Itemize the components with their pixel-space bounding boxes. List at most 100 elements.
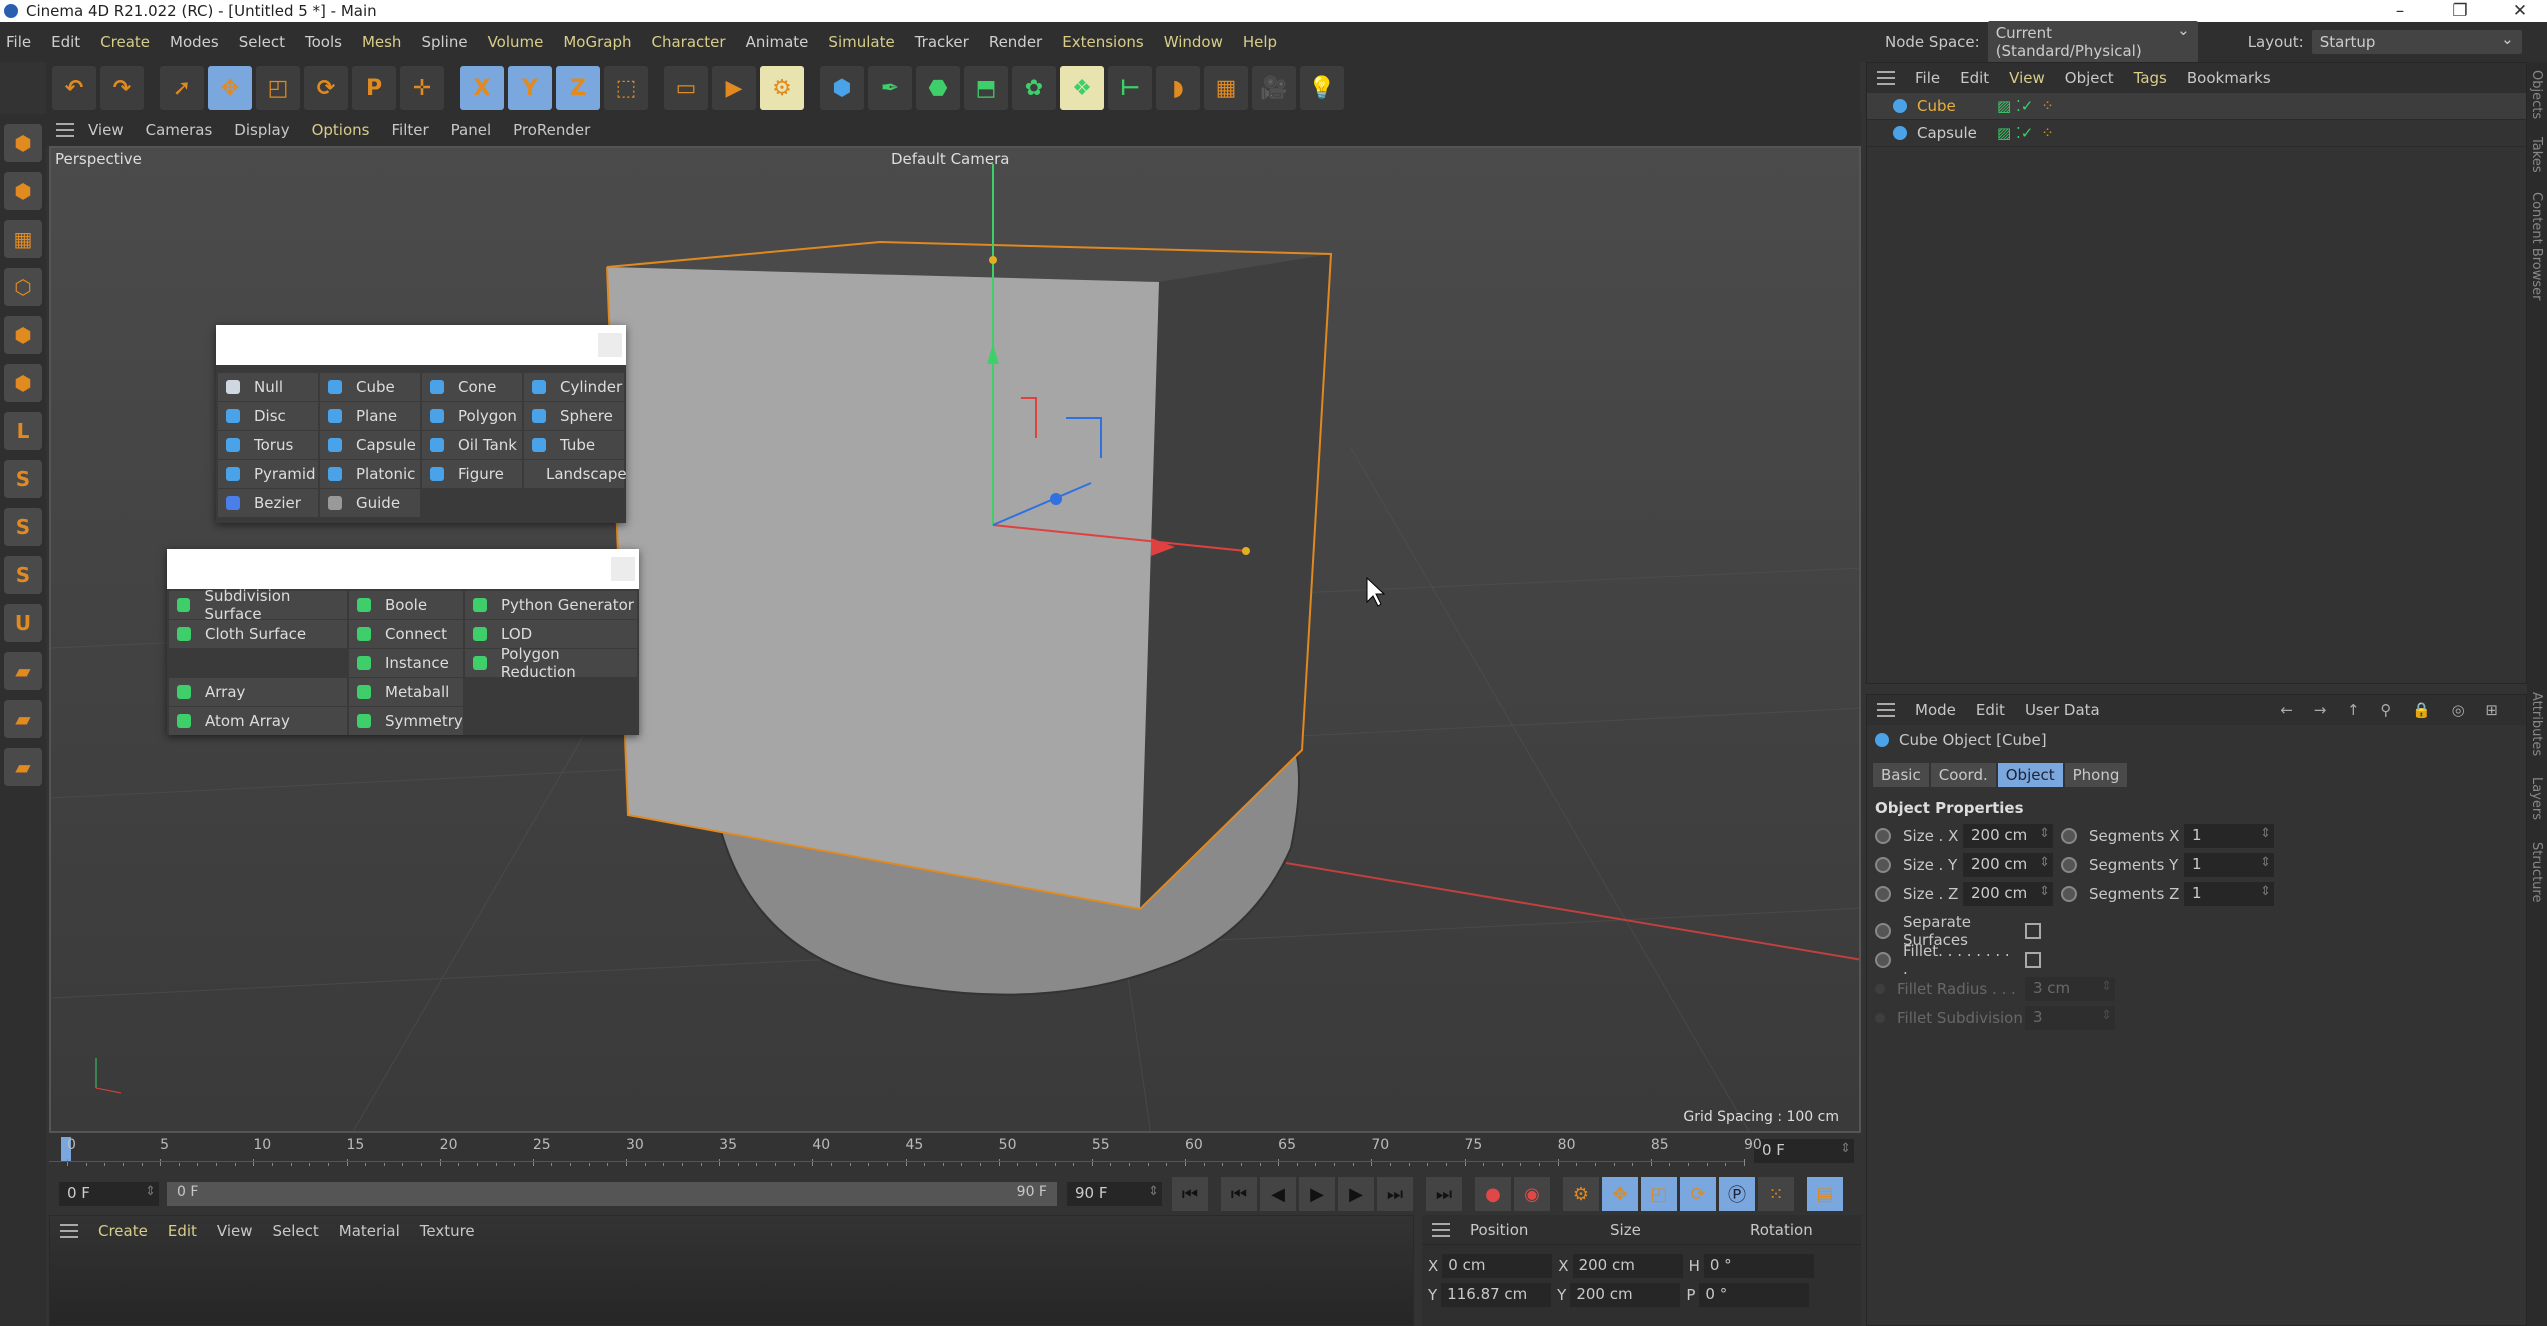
menu-icon[interactable] (1877, 71, 1895, 85)
primitive-sphere[interactable]: Sphere (524, 402, 624, 430)
menu-icon[interactable] (1432, 1222, 1450, 1237)
animate-radio[interactable] (1875, 827, 1891, 844)
primitives-search-input[interactable] (216, 325, 626, 365)
edges-mode-icon[interactable]: ⬢ (4, 316, 42, 354)
primitive-figure[interactable]: Figure (422, 460, 522, 488)
next-key-button[interactable]: ⏭ (1377, 1177, 1413, 1211)
segments-field[interactable]: 1 (2184, 852, 2274, 877)
generator-symmetry[interactable]: Symmetry (349, 707, 463, 735)
model-mode-icon[interactable]: ⬢ (4, 172, 42, 210)
go-to-start-button[interactable]: ⏮ (1172, 1177, 1208, 1211)
x-axis-icon[interactable]: X (460, 66, 504, 110)
primitive-cube[interactable]: Cube (320, 373, 420, 401)
coordinate-field[interactable]: 0 ° (1703, 1253, 1814, 1278)
light-icon[interactable]: 💡 (1300, 66, 1344, 110)
primitive-guide[interactable]: Guide (320, 489, 420, 517)
record-button[interactable]: ● (1475, 1177, 1511, 1211)
viewport-menu-view[interactable]: View (88, 121, 124, 139)
key-pla-button[interactable]: ⁙ (1758, 1177, 1794, 1211)
tab-phong[interactable]: Phong (2064, 763, 2128, 787)
tag-icon[interactable]: ⁘ (2041, 97, 2054, 115)
primitive-cone[interactable]: Cone (422, 373, 522, 401)
primitive-null[interactable]: Null (218, 373, 318, 401)
z-axis-dot[interactable] (1050, 493, 1062, 505)
attr-menu-mode[interactable]: Mode (1915, 701, 1956, 719)
om-menu-tags[interactable]: Tags (2134, 69, 2167, 87)
solo-icon[interactable]: ▰ (4, 652, 42, 690)
camera-label[interactable]: Default Camera (891, 150, 1009, 168)
cloner-icon[interactable]: ✿ (1012, 66, 1056, 110)
object-name[interactable]: Capsule (1917, 124, 1997, 142)
key-scale-button[interactable]: ◰ (1641, 1177, 1677, 1211)
coordinate-field[interactable]: 200 cm (1572, 1253, 1683, 1278)
camera-icon[interactable]: 🎥 (1252, 66, 1296, 110)
close-button[interactable]: ✕ (2495, 0, 2545, 22)
snap-icon[interactable]: S (4, 460, 42, 498)
object-name[interactable]: Cube (1917, 97, 1997, 115)
visibility-check-icon[interactable]: ▨ ⁚✓ (1997, 97, 2033, 115)
menu-icon[interactable] (1877, 703, 1895, 717)
menu-extensions[interactable]: Extensions (1062, 33, 1143, 51)
y-scale-handle[interactable] (989, 256, 997, 264)
polygons-mode-icon[interactable]: ⬢ (4, 364, 42, 402)
render-view-icon[interactable]: ▭ (664, 66, 708, 110)
axis-mode-icon[interactable]: L (4, 412, 42, 450)
generator-lod[interactable]: LOD (465, 620, 637, 648)
generators-icon[interactable]: ❖ (1060, 66, 1104, 110)
cube-front-face[interactable] (607, 267, 1159, 909)
current-frame-field[interactable]: 0 F (1754, 1139, 1854, 1163)
mat-menu-texture[interactable]: Texture (420, 1222, 475, 1240)
primitive-disc[interactable]: Disc (218, 402, 318, 430)
menu-create[interactable]: Create (100, 33, 150, 51)
clear-search-button[interactable] (598, 333, 622, 357)
psr-icon[interactable]: P (352, 66, 396, 110)
minimize-button[interactable]: – (2375, 0, 2425, 22)
clear-search-button[interactable] (611, 557, 635, 581)
primitive-landscape[interactable]: Landscape (524, 460, 627, 488)
max-frame-field[interactable]: 90 F (1067, 1182, 1162, 1206)
primitive-tube[interactable]: Tube (524, 431, 624, 459)
om-menu-view[interactable]: View (2009, 69, 2045, 87)
animate-radio[interactable] (1875, 951, 1891, 968)
menu-icon[interactable] (60, 1224, 78, 1238)
coordinate-field[interactable]: 0 cm (1442, 1253, 1553, 1278)
viewport-menu-icon[interactable] (56, 123, 74, 137)
workplane-icon[interactable]: S (4, 508, 42, 546)
cube-object-icon[interactable]: ⬢ (820, 66, 864, 110)
key-parameter-button[interactable]: Ⓟ (1719, 1177, 1755, 1211)
generators-search-input[interactable] (167, 549, 639, 589)
primitive-cylinder[interactable]: Cylinder (524, 373, 624, 401)
menu-volume[interactable]: Volume (488, 33, 544, 51)
mat-menu-edit[interactable]: Edit (168, 1222, 197, 1240)
segments-field[interactable]: 1 (2184, 823, 2274, 848)
extrude-icon[interactable]: ⬒ (964, 66, 1008, 110)
side-tab-structure[interactable]: Structure (2529, 842, 2544, 902)
previous-frame-button[interactable]: ◀ (1260, 1177, 1296, 1211)
frame-range-slider[interactable]: 0 F 90 F (167, 1182, 1057, 1206)
animate-radio[interactable] (1875, 922, 1891, 939)
layout-dropdown[interactable]: Startup (2311, 30, 2522, 54)
generator-instance[interactable]: Instance (349, 649, 463, 677)
menu-file[interactable]: File (6, 33, 31, 51)
animate-radio[interactable] (2061, 827, 2077, 844)
size-field[interactable]: 200 cm (1963, 823, 2053, 848)
primitive-pyramid[interactable]: Pyramid (218, 460, 318, 488)
tab-basic[interactable]: Basic (1873, 763, 1929, 787)
menu-tools[interactable]: Tools (305, 33, 342, 51)
animate-radio[interactable] (2061, 856, 2077, 873)
viewport-menu-cameras[interactable]: Cameras (146, 121, 213, 139)
menu-tracker[interactable]: Tracker (915, 33, 969, 51)
menu-spline[interactable]: Spline (421, 33, 467, 51)
key-position-button[interactable]: ✥ (1602, 1177, 1638, 1211)
cube-right-face[interactable] (1140, 254, 1331, 909)
separate-surfaces-checkbox[interactable] (2025, 922, 2041, 939)
auto-key-button[interactable]: ◉ (1514, 1177, 1550, 1211)
mat-menu-select[interactable]: Select (273, 1222, 319, 1240)
generator-polygon-reduction[interactable]: Polygon Reduction (465, 645, 637, 681)
side-tab-attributes[interactable]: Attributes (2529, 692, 2544, 756)
planar-icon[interactable]: ▰ (4, 748, 42, 786)
tab-object[interactable]: Object (1997, 763, 2063, 787)
viewport-menu-panel[interactable]: Panel (451, 121, 491, 139)
key-rotation-button[interactable]: ⟳ (1680, 1177, 1716, 1211)
menu-animate[interactable]: Animate (746, 33, 809, 51)
